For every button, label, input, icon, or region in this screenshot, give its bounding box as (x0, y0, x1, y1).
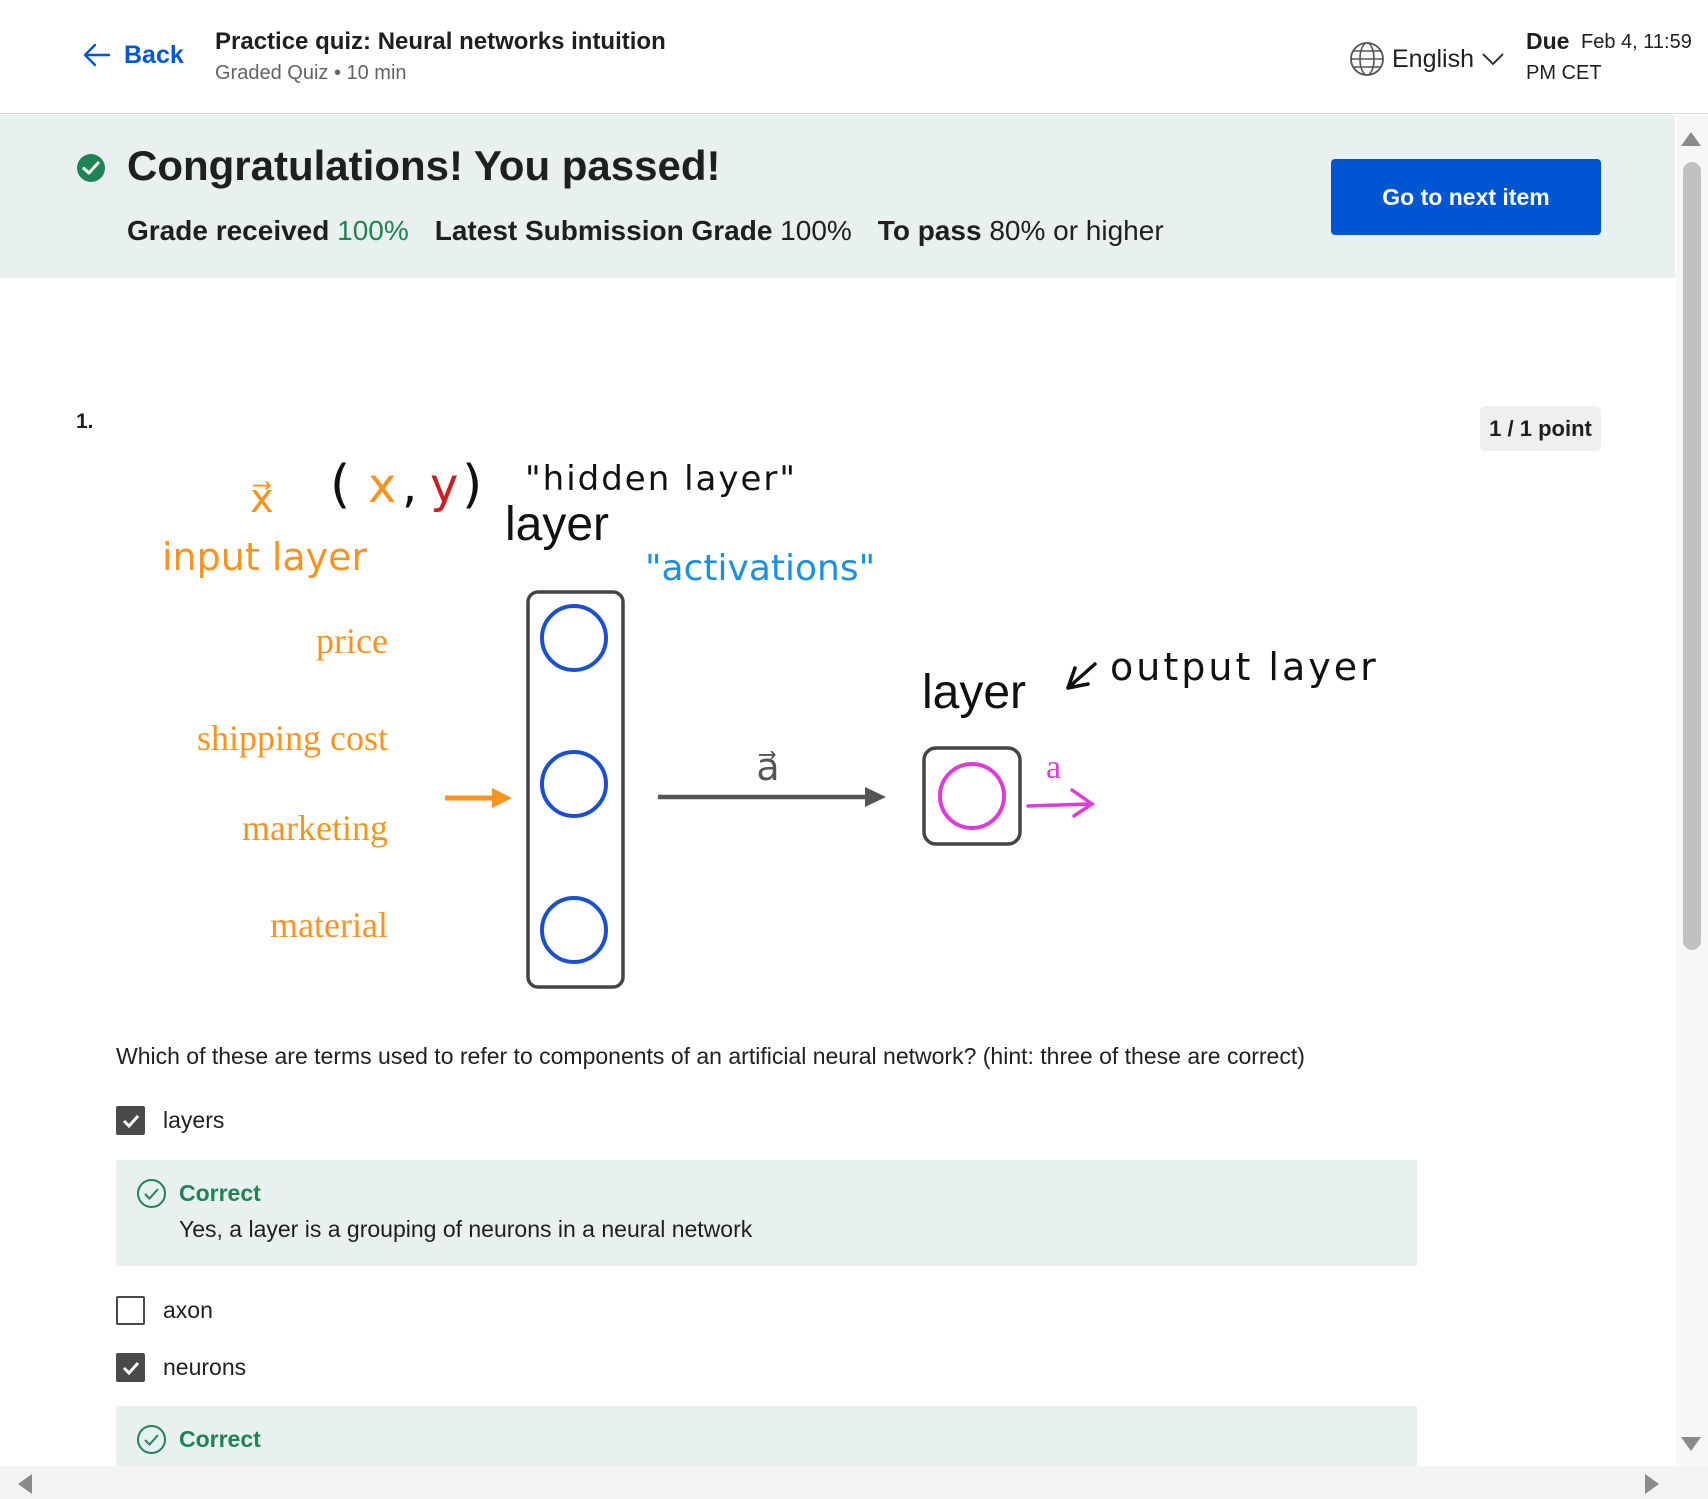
xy-comma: , (402, 458, 417, 514)
checkbox-unchecked[interactable] (116, 1296, 145, 1325)
chevron-down-icon (1482, 53, 1504, 66)
checkbox-checked[interactable] (116, 1353, 145, 1382)
pass-title: Congratulations! You passed! (127, 142, 721, 189)
checkmark-icon (122, 1114, 139, 1128)
page-title: Practice quiz: Neural networks intuition (215, 28, 666, 55)
neural-network-diagram: x⃗ ( x , y ) "hidden layer" layer input … (140, 440, 1420, 1000)
top-header: Back Practice quiz: Neural networks intu… (0, 0, 1708, 114)
grade-received: Grade received 100% (127, 215, 409, 247)
hidden-neuron (540, 604, 608, 672)
question-text: Which of these are terms used to refer t… (116, 1043, 1305, 1069)
option-neurons[interactable]: neurons (116, 1353, 246, 1382)
option-label: neurons (163, 1354, 247, 1380)
due-timezone: PM CET (1526, 62, 1602, 84)
to-pass-label: To pass (877, 215, 982, 246)
option-layers[interactable]: layers (116, 1106, 224, 1135)
quiz-subtitle: Graded Quiz • 10 min (215, 62, 407, 84)
output-arrow (1026, 788, 1096, 818)
output-a-label: a (1046, 749, 1061, 786)
back-label: Back (124, 40, 184, 69)
input-shipping-cost: shipping cost (197, 718, 388, 758)
feedback-title: Correct (179, 1180, 261, 1206)
due-label: Due (1526, 28, 1570, 54)
due-date: Feb 4, 11:59 (1581, 31, 1692, 53)
hidden-neuron (540, 750, 608, 818)
grade-received-value: 100% (337, 215, 409, 246)
feedback-header: Correct (136, 1424, 261, 1455)
output-neuron (938, 762, 1006, 830)
grade-received-label: Grade received (127, 215, 330, 246)
to-pass: To pass 80% or higher (878, 215, 1164, 247)
output-layer-label: output layer (1110, 645, 1379, 689)
latest-grade-label: Latest Submission Grade (434, 215, 773, 246)
check-circle-outline-icon (137, 1179, 166, 1208)
checkmark-icon (122, 1361, 139, 1375)
to-pass-value: 80% or higher (989, 215, 1164, 246)
input-price: price (316, 621, 388, 661)
go-to-next-item-button[interactable]: Go to next item (1331, 159, 1601, 235)
output-pointer-arrow (1066, 662, 1097, 690)
option-label: layers (163, 1107, 225, 1133)
language-label: English (1392, 44, 1474, 73)
option-axon[interactable]: axon (116, 1296, 213, 1325)
scroll-right-arrow[interactable] (1645, 1474, 1659, 1494)
arrow-left-icon (83, 43, 111, 67)
input-arrow (445, 788, 512, 808)
a-vector-label: a⃗ (756, 747, 779, 789)
layer-label-output: layer (922, 666, 1026, 719)
layer-label-top: layer (505, 498, 609, 551)
vertical-scroll-thumb[interactable] (1683, 162, 1701, 950)
input-material: material (270, 905, 388, 945)
feedback-correct: Correct (116, 1406, 1417, 1466)
scroll-left-arrow[interactable] (18, 1474, 32, 1494)
x-vector-label: x⃗ (250, 476, 274, 522)
hidden-layer-label: "hidden layer" (525, 459, 797, 499)
activation-arrow (658, 787, 886, 807)
back-button[interactable]: Back (82, 40, 184, 70)
hidden-neuron (540, 896, 608, 964)
xy-y: y (430, 458, 458, 514)
diagram-svg: x⃗ ( x , y ) "hidden layer" layer input … (162, 455, 1379, 989)
check-circle-icon (77, 154, 105, 182)
feedback-text: Yes, a layer is a grouping of neurons in… (179, 1216, 753, 1242)
globe-icon (1350, 42, 1384, 76)
horizontal-scrollbar[interactable] (0, 1466, 1708, 1499)
input-marketing: marketing (242, 808, 388, 848)
latest-grade: Latest Submission Grade 100% (435, 215, 852, 247)
question-number: 1. (76, 410, 94, 433)
paren-open: ( (330, 455, 350, 515)
check-circle-outline-icon (137, 1425, 166, 1454)
grade-summary: Grade received 100% Latest Submission Gr… (127, 215, 1164, 247)
xy-x: x (368, 458, 396, 514)
feedback-header: Correct (136, 1178, 261, 1209)
language-selector[interactable]: English (1348, 40, 1506, 78)
latest-grade-value: 100% (780, 215, 852, 246)
feedback-title: Correct (179, 1426, 261, 1452)
option-label: axon (163, 1297, 213, 1323)
activations-label: "activations" (645, 548, 875, 589)
input-layer-label: input layer (162, 535, 368, 579)
points-badge: 1 / 1 point (1480, 406, 1601, 451)
scroll-up-arrow[interactable] (1681, 132, 1701, 146)
paren-close: ) (462, 455, 482, 515)
feedback-correct: Correct Yes, a layer is a grouping of ne… (116, 1160, 1417, 1266)
scroll-down-arrow[interactable] (1681, 1437, 1701, 1451)
checkbox-checked[interactable] (116, 1106, 145, 1135)
